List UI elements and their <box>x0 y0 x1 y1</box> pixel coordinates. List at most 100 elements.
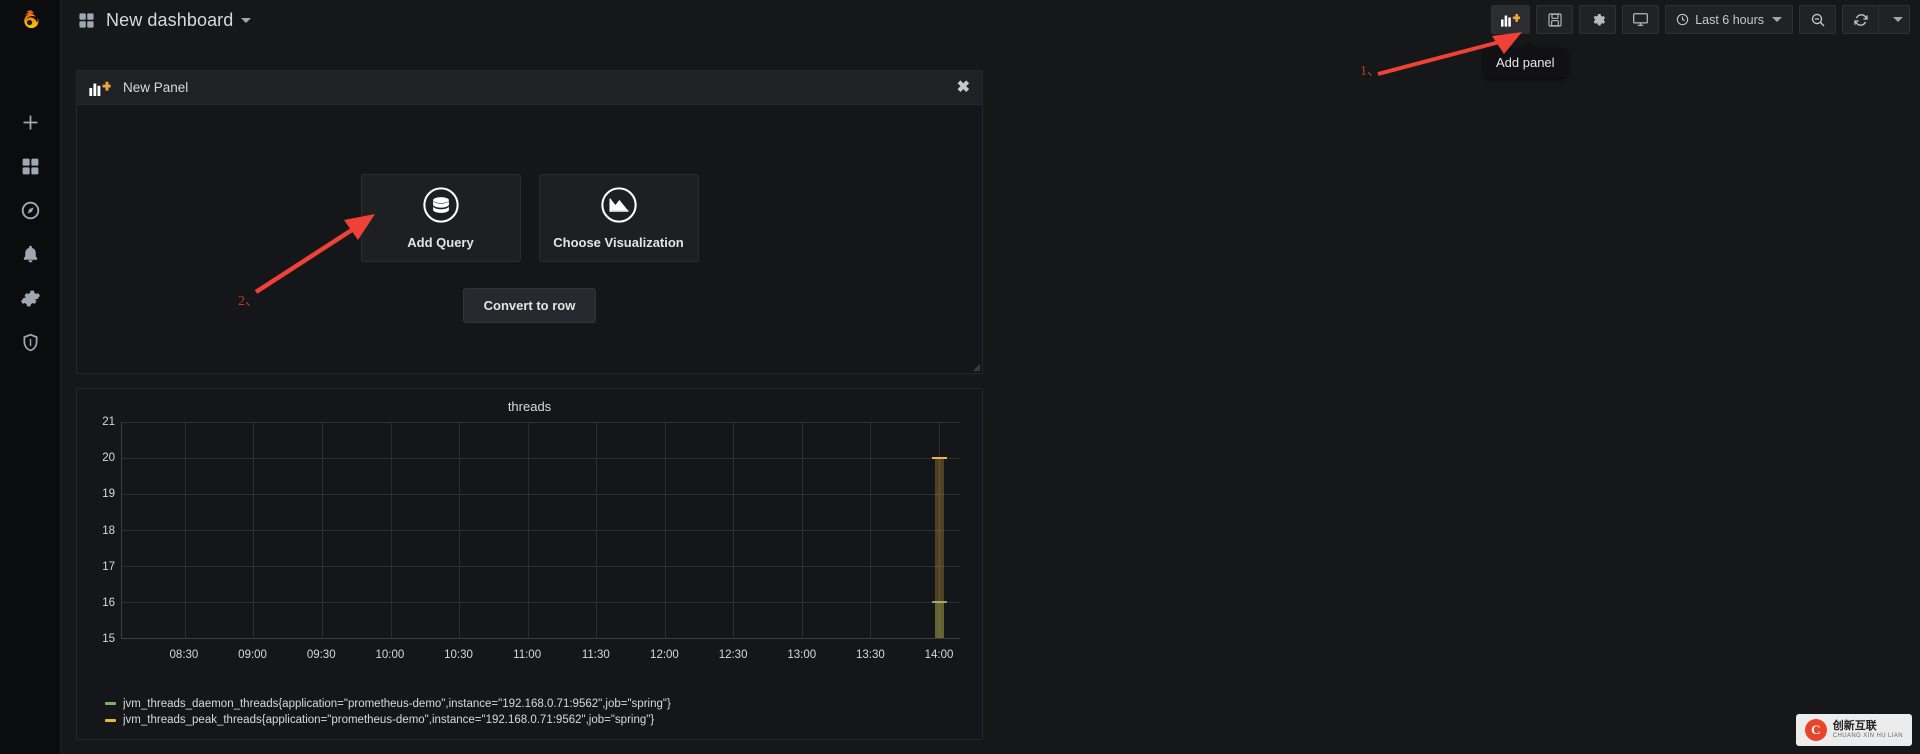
gear-icon <box>1593 13 1605 25</box>
area-chart-icon <box>600 186 637 223</box>
y-axis-tick: 16 <box>102 596 115 609</box>
sidebar-item-explore[interactable] <box>0 188 61 232</box>
y-axis-tick: 20 <box>102 452 115 465</box>
cycle-view-mode-button[interactable] <box>1622 5 1660 34</box>
refresh-interval-button[interactable] <box>1879 5 1910 34</box>
legend-item[interactable]: jvm_threads_daemon_threads{application="… <box>105 696 968 713</box>
gridline-vertical <box>390 422 392 638</box>
toolbar: Last 6 hours <box>1491 5 1910 34</box>
grafana-logo-icon[interactable] <box>0 0 61 46</box>
legend-color-swatch <box>105 719 116 723</box>
clock-icon <box>1677 13 1689 26</box>
add-panel-tooltip: Add panel <box>1484 42 1567 77</box>
x-axis-tick: 10:00 <box>375 649 405 661</box>
legend-item[interactable]: jvm_threads_peak_threads{application="pr… <box>105 712 968 729</box>
x-axis-tick: 11:00 <box>513 649 542 661</box>
legend-label: jvm_threads_daemon_threads{application="… <box>123 697 671 710</box>
chevron-down-icon <box>1772 17 1782 22</box>
gridline-horizontal <box>122 457 960 459</box>
y-axis-tick: 19 <box>102 488 115 501</box>
x-axis-tick: 09:30 <box>306 649 336 661</box>
dashboard-title-group[interactable]: New dashboard <box>61 10 252 31</box>
gridline-vertical <box>733 422 735 638</box>
add-query-card[interactable]: Add Query <box>360 173 521 262</box>
sidebar-item-create[interactable] <box>0 100 61 144</box>
left-sidebar <box>0 0 61 754</box>
watermark-cn: 创新互联 <box>1832 720 1877 733</box>
search-minus-icon <box>1811 13 1824 26</box>
gridline-horizontal <box>122 602 960 603</box>
gridline-vertical <box>253 422 255 638</box>
gridline-vertical <box>664 422 666 638</box>
x-axis-tick: 14:00 <box>924 649 954 661</box>
annotation-label-2: 2、 <box>238 294 259 309</box>
convert-to-row-button[interactable]: Convert to row <box>462 287 597 323</box>
top-navbar: New dashboard Last 6 hours <box>61 0 1920 40</box>
gridline-vertical <box>321 422 323 638</box>
new-panel: New Panel ✖ Add Query Choose Visualizati… <box>76 70 983 374</box>
graph-legend: jvm_threads_daemon_threads{application="… <box>77 696 982 735</box>
new-panel-title: New Panel <box>123 80 189 95</box>
x-axis-tick: 11:30 <box>581 649 610 661</box>
sidebar-item-server-admin[interactable] <box>0 320 61 364</box>
gridline-vertical <box>184 422 186 638</box>
sidebar-nav <box>0 100 61 364</box>
threads-graph-panel: threads 15 16 17 18 19 20 21 08:30 09:00 09:30 10… <box>76 388 983 740</box>
new-panel-body: Add Query Choose Visualization Convert t… <box>77 105 982 373</box>
y-axis-tick: 18 <box>102 524 115 537</box>
y-axis-tick: 17 <box>102 560 115 573</box>
chevron-down-icon <box>1893 17 1903 22</box>
gridline-vertical <box>596 422 598 638</box>
gridline-horizontal <box>122 565 960 567</box>
series-area <box>934 457 945 638</box>
legend-color-swatch <box>105 702 116 706</box>
gridline-vertical <box>527 422 529 638</box>
sidebar-item-alerting[interactable] <box>0 232 61 276</box>
x-axis-tick: 10:30 <box>444 649 473 661</box>
choose-visualization-label: Choose Visualization <box>553 234 684 250</box>
x-axis-tick: 08:30 <box>169 649 199 661</box>
gridline-vertical <box>459 422 461 638</box>
dashboard-settings-button[interactable] <box>1579 5 1617 34</box>
plot-canvas <box>121 422 960 639</box>
sidebar-item-configuration[interactable] <box>0 276 61 320</box>
gridline-horizontal <box>122 530 960 531</box>
chevron-down-icon[interactable] <box>241 17 252 23</box>
dashboard-grid-icon <box>79 12 94 28</box>
refresh-icon <box>1853 13 1868 26</box>
choose-visualization-card[interactable]: Choose Visualization <box>538 173 699 262</box>
x-axis-tick: 12:00 <box>650 649 679 661</box>
graph-plot-area: 15 16 17 18 19 20 21 08:30 09:00 09:30 10:00 10:30… <box>77 416 982 667</box>
gridline-vertical <box>801 422 803 638</box>
watermark-mark: C <box>1804 719 1827 741</box>
new-panel-header: New Panel ✖ <box>77 71 982 105</box>
close-icon[interactable]: ✖ <box>957 79 970 96</box>
refresh-button[interactable] <box>1842 5 1879 34</box>
time-range-label: Last 6 hours <box>1695 12 1764 27</box>
watermark-text: 创新互联 CHUANG XIN HU LIAN <box>1833 721 1903 739</box>
graph-panel-title: threads <box>507 399 552 414</box>
add-panel-button[interactable] <box>1491 5 1531 34</box>
x-axis-tick: 13:30 <box>855 649 885 661</box>
add-panel-icon <box>89 81 111 96</box>
zoom-out-button[interactable] <box>1799 5 1836 34</box>
sidebar-item-dashboards[interactable] <box>0 144 61 188</box>
y-axis-tick: 21 <box>102 416 115 428</box>
series-line <box>931 456 948 459</box>
x-axis-tick: 12:30 <box>718 649 748 661</box>
save-dashboard-button[interactable] <box>1536 5 1574 34</box>
gridline-horizontal <box>122 422 960 423</box>
x-axis-tick: 13:00 <box>787 649 817 661</box>
time-range-picker[interactable]: Last 6 hours <box>1665 5 1793 34</box>
y-axis-tick: 15 <box>102 633 115 645</box>
database-icon <box>422 186 459 223</box>
watermark-en: CHUANG XIN HU LIAN <box>1832 732 1903 739</box>
add-query-label: Add Query <box>407 234 474 250</box>
refresh-group <box>1842 5 1910 34</box>
gridline-vertical <box>870 422 872 638</box>
new-panel-cards: Add Query Choose Visualization <box>360 173 699 262</box>
y-axis-labels: 15 16 17 18 19 20 21 <box>77 416 119 667</box>
annotation-label-1: 1、 <box>1360 64 1381 79</box>
add-panel-icon <box>1501 13 1521 27</box>
panel-resize-handle[interactable] <box>972 363 981 372</box>
